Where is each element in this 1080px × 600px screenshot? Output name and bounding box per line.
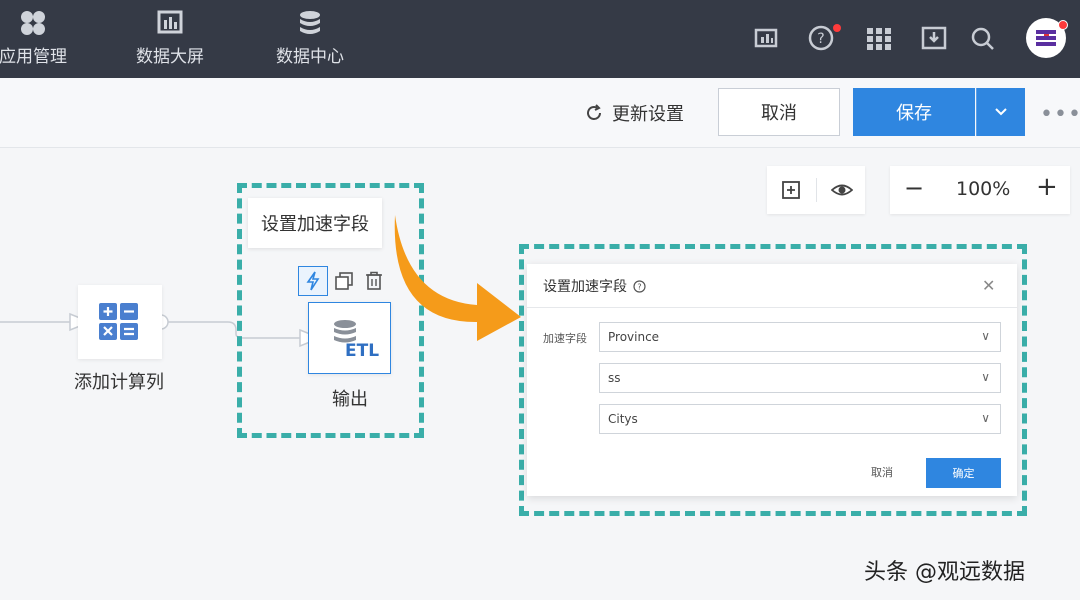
select-value: ss [608, 371, 621, 385]
zoom-control: − 100% + [890, 166, 1070, 214]
svg-text:?: ? [817, 31, 824, 47]
top-nav: 应用管理 数据大屏 数据中心 ? [0, 0, 1080, 78]
cancel-button[interactable]: 取消 [718, 88, 840, 136]
etl-badge: ETL [345, 341, 380, 361]
avatar-badge [1058, 20, 1068, 30]
field-select-1[interactable]: Province ∨ [599, 322, 1001, 352]
watermark: 头条 @观远数据 [864, 560, 1025, 585]
nav-item-label: 数据大屏 [136, 47, 204, 67]
apps-icon [21, 11, 45, 35]
dialog-confirm-button[interactable]: 确定 [926, 458, 1001, 488]
notification-dot [833, 24, 841, 32]
search-icon[interactable] [970, 26, 996, 52]
help-icon[interactable]: ? [807, 24, 835, 52]
node-tooltip: 设置加速字段 [248, 198, 382, 248]
select-value: Citys [608, 412, 638, 426]
zoom-out-button[interactable]: − [904, 174, 924, 202]
dialog-divider [527, 307, 1017, 308]
delete-icon[interactable] [365, 271, 383, 290]
canvas-view-tools [767, 166, 865, 214]
svg-text:?: ? [637, 282, 641, 291]
grid-icon[interactable] [865, 26, 893, 52]
select-value: Province [608, 330, 660, 344]
refresh-icon [587, 104, 601, 120]
calc-column-node-label: 添加计算列 [74, 372, 164, 393]
help-icon[interactable]: ? [633, 279, 646, 293]
chevron-down-icon [995, 108, 1007, 116]
accelerate-field-dialog: 设置加速字段 ? ✕ 加速字段 Province ∨ ss ∨ Citys ∨ … [527, 264, 1017, 496]
database-icon [300, 11, 320, 34]
output-node[interactable]: ETL [308, 302, 391, 374]
more-icon[interactable]: ••• [1040, 102, 1080, 127]
add-node-icon[interactable] [781, 180, 801, 200]
accelerate-button[interactable] [298, 266, 328, 296]
orange-arrow [394, 215, 521, 341]
zoom-level: 100% [956, 178, 1011, 200]
copy-icon[interactable] [335, 272, 353, 290]
report-icon[interactable] [752, 24, 780, 52]
nav-item-data-center[interactable]: 数据中心 [255, 8, 365, 67]
save-button[interactable]: 保存 [853, 88, 975, 136]
close-icon[interactable]: ✕ [982, 276, 995, 295]
chevron-down-icon: ∨ [981, 370, 990, 384]
chevron-down-icon: ∨ [981, 411, 990, 425]
save-dropdown-button[interactable] [976, 88, 1025, 136]
lightning-icon [306, 271, 320, 291]
nav-item-app-management[interactable]: 应用管理 [0, 8, 88, 67]
field-select-2[interactable]: ss ∨ [599, 363, 1001, 393]
field-select-3[interactable]: Citys ∨ [599, 404, 1001, 434]
avatar-logo-icon [1036, 30, 1056, 46]
editor-toolbar: 更新设置 取消 保存 ••• [0, 78, 1080, 148]
dialog-title: 设置加速字段 ? [543, 276, 646, 296]
dialog-cancel-button[interactable]: 取消 [871, 464, 893, 480]
zoom-in-button[interactable]: + [1036, 172, 1058, 202]
nav-item-data-screen[interactable]: 数据大屏 [115, 8, 225, 67]
accelerate-field-label: 加速字段 [543, 332, 587, 345]
eye-icon[interactable] [831, 181, 853, 199]
dashboard-icon [157, 10, 183, 34]
chevron-down-icon: ∨ [981, 329, 990, 343]
divider [816, 178, 817, 202]
calc-column-node[interactable] [78, 285, 162, 359]
nav-item-label: 应用管理 [0, 47, 67, 67]
refresh-label: 更新设置 [612, 104, 684, 125]
inbox-icon[interactable] [920, 24, 948, 52]
dialog-title-text: 设置加速字段 [543, 279, 627, 295]
output-node-label: 输出 [332, 389, 368, 410]
nav-item-label: 数据中心 [276, 47, 344, 67]
calculator-icon [99, 303, 138, 340]
refresh-settings-button[interactable]: 更新设置 [584, 100, 684, 126]
